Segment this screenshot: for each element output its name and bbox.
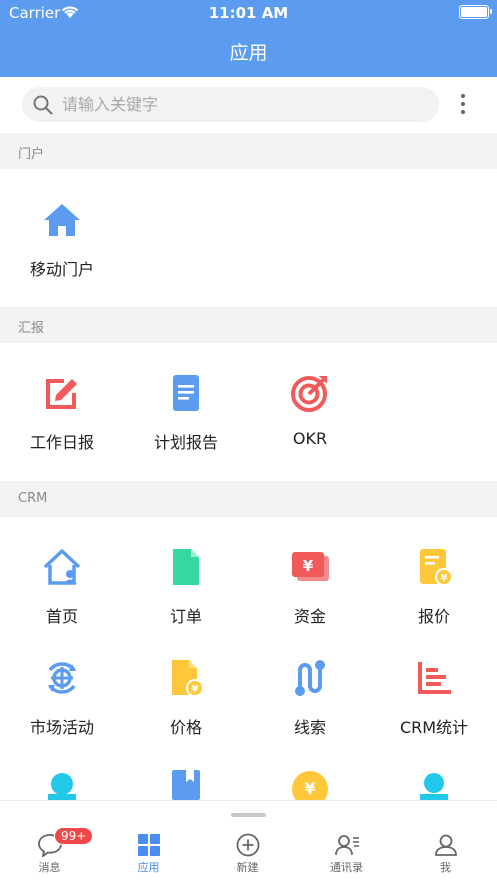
- tab-label: 应用: [137, 861, 160, 874]
- section-header-report: 汇报: [0, 307, 497, 343]
- bookmark-book-icon: [172, 770, 200, 800]
- app-label: 资金: [293, 607, 326, 626]
- more-menu-icon[interactable]: [455, 94, 471, 118]
- svg-text:¥: ¥: [303, 557, 314, 575]
- tab-messages[interactable]: 消息 99+: [0, 827, 99, 883]
- app-crm-home[interactable]: 首页: [0, 547, 124, 647]
- tab-apps[interactable]: 应用: [99, 833, 198, 883]
- tab-label: 通讯录: [330, 861, 363, 874]
- section-header-portal: 门户: [0, 133, 497, 169]
- app-plan-report[interactable]: 计划报告: [124, 373, 248, 473]
- person-icon: [434, 834, 457, 856]
- tab-label: 消息: [38, 861, 61, 874]
- app-crm-campaign[interactable]: 市场活动: [0, 658, 124, 758]
- drag-handle[interactable]: [231, 813, 266, 817]
- app-label: 计划报告: [153, 433, 218, 452]
- app-crm-stats[interactable]: CRM统计: [372, 658, 496, 758]
- tab-label: 新建: [236, 861, 259, 874]
- search-box[interactable]: [22, 87, 439, 122]
- app-label: CRM统计: [399, 718, 469, 737]
- app-label: 工作日报: [29, 433, 94, 452]
- section-title: 门户: [18, 147, 45, 162]
- search-input[interactable]: [62, 87, 422, 122]
- tab-me[interactable]: 我: [396, 833, 495, 883]
- app-crm-funds[interactable]: ¥ 资金: [248, 547, 372, 647]
- stats-icon: [418, 662, 451, 694]
- svg-text:¥: ¥: [192, 684, 199, 695]
- home-icon: [44, 204, 80, 236]
- section-title: CRM: [18, 491, 48, 506]
- app-okr[interactable]: OKR: [248, 373, 372, 473]
- app-label: 线索: [293, 718, 326, 737]
- svg-text:¥: ¥: [304, 779, 315, 798]
- status-bar: Carrier 11:01 AM: [0, 0, 497, 26]
- contacts-icon: [334, 835, 359, 856]
- unread-badge: 99+: [54, 827, 94, 845]
- house-user-icon: [43, 549, 81, 585]
- price-file-icon: ¥: [172, 660, 204, 697]
- clock: 11:01 AM: [208, 4, 289, 22]
- campaign-icon: [48, 662, 76, 694]
- quote-icon: ¥: [420, 549, 453, 586]
- app-crm-order[interactable]: 订单: [124, 547, 248, 647]
- plus-circle-icon: [236, 833, 259, 857]
- tab-new[interactable]: 新建: [198, 833, 297, 883]
- app-daily-report[interactable]: 工作日报: [0, 373, 124, 473]
- app-crm-quote[interactable]: ¥ 报价: [372, 547, 496, 647]
- funds-icon: ¥: [292, 552, 329, 581]
- app-label: 价格: [169, 718, 202, 737]
- apps-grid-icon: [137, 834, 160, 856]
- user-icon: [48, 773, 76, 800]
- tab-label: 我: [440, 861, 451, 874]
- app-crm-leads[interactable]: 线索: [248, 658, 372, 758]
- app-label: 订单: [169, 607, 202, 626]
- app-label: OKR: [292, 429, 328, 448]
- document-icon: [173, 375, 199, 411]
- app-crm-price[interactable]: ¥ 价格: [124, 658, 248, 758]
- app-label: 报价: [417, 607, 450, 626]
- app-mobile-portal[interactable]: 移动门户: [0, 200, 124, 300]
- search-row: [0, 77, 497, 133]
- lead-path-icon: [295, 660, 325, 696]
- app-label: 首页: [45, 607, 78, 626]
- order-file-icon: [173, 549, 199, 585]
- section-title: 汇报: [18, 321, 45, 336]
- edit-note-icon: [46, 379, 77, 409]
- header-bar: Carrier 11:01 AM 应用: [0, 0, 497, 77]
- svg-text:¥: ¥: [441, 573, 448, 584]
- coin-icon: ¥: [292, 771, 328, 800]
- app-label: 移动门户: [29, 260, 94, 279]
- section-header-crm: CRM: [0, 481, 497, 517]
- app-label: 市场活动: [29, 718, 94, 737]
- search-icon: [33, 95, 53, 115]
- battery-icon: [459, 5, 492, 19]
- target-icon: [291, 376, 327, 412]
- tab-contacts[interactable]: 通讯录: [297, 833, 396, 883]
- page-title: 应用: [229, 42, 268, 64]
- user-icon: [420, 773, 448, 800]
